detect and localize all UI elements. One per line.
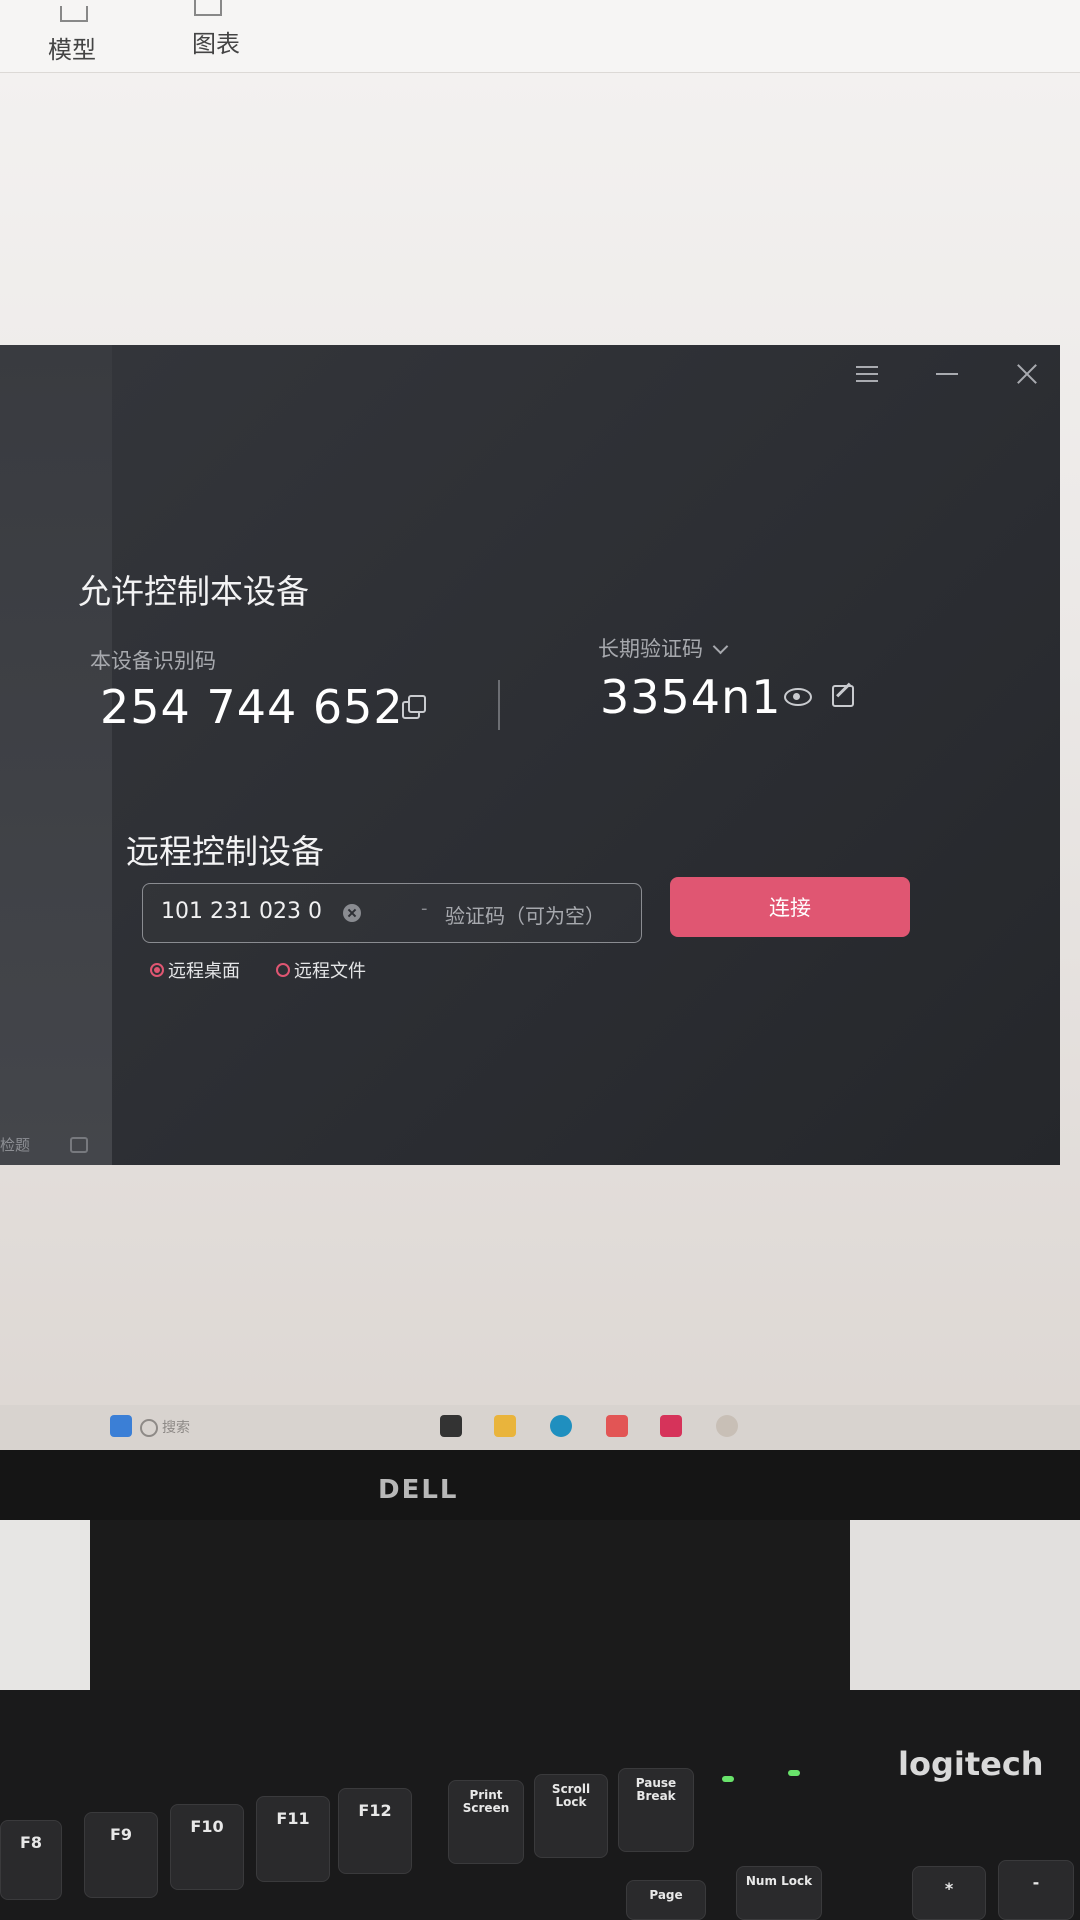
wps-icon[interactable] (606, 1415, 628, 1437)
lock-icon[interactable] (70, 1137, 88, 1153)
eye-icon[interactable] (784, 683, 812, 709)
file-explorer-icon[interactable] (440, 1415, 462, 1437)
connection-mode-group: 远程桌面 远程文件 (150, 957, 366, 983)
password-label-text: 长期验证码 (598, 637, 703, 661)
ribbon-item-model[interactable]: 模型 (48, 30, 96, 65)
radio-remote-file[interactable]: 远程文件 (276, 957, 366, 983)
divider (498, 680, 500, 730)
remote-control-title: 远程控制设备 (126, 832, 324, 871)
radio-remote-desktop[interactable]: 远程桌面 (150, 957, 240, 983)
key-minus[interactable]: - (998, 1860, 1074, 1920)
radio-label: 远程文件 (294, 961, 366, 982)
ribbon-toolbar: 模型 图表 (0, 0, 1080, 73)
key-asterisk[interactable]: * (912, 1866, 986, 1920)
sidebar-text: 检题 (0, 1136, 31, 1154)
edit-icon[interactable] (832, 681, 858, 707)
key-scroll-lock[interactable]: Scroll Lock (534, 1774, 608, 1858)
key-f11[interactable]: F11 (256, 1796, 330, 1882)
key-f8[interactable]: F8 (0, 1820, 62, 1900)
key-page[interactable]: Page (626, 1880, 706, 1920)
monitor-bezel (0, 1450, 1080, 1520)
key-f9[interactable]: F9 (84, 1812, 158, 1898)
radio-label: 远程桌面 (168, 961, 240, 982)
keyboard-brand-logo: logitech (898, 1745, 1044, 1783)
remote-device-input[interactable]: 101 231 023 0 (161, 899, 322, 924)
model-icon (60, 6, 88, 22)
num-lock-led (722, 1776, 734, 1782)
radio-selected-icon (150, 963, 164, 977)
device-id-label: 本设备识别码 (90, 649, 216, 673)
taskbar: 搜索 (0, 1405, 1080, 1450)
folder-icon[interactable] (494, 1415, 516, 1437)
remote-device-field[interactable]: 101 231 023 0 - 验证码（可为空） (142, 883, 642, 943)
key-num-lock[interactable]: Num Lock (736, 1866, 822, 1920)
device-id-value: 254 744 652 (100, 680, 404, 734)
chart-icon (194, 0, 222, 16)
edge-icon[interactable] (550, 1415, 572, 1437)
verification-code-input[interactable]: 验证码（可为空） (445, 900, 605, 929)
minimize-icon[interactable] (934, 361, 960, 387)
ribbon-item-chart[interactable]: 图表 (192, 24, 240, 59)
copy-icon[interactable] (400, 693, 426, 719)
app-icon[interactable] (716, 1415, 738, 1437)
caps-lock-led (788, 1770, 800, 1776)
desk-surface (850, 1520, 1080, 1690)
taskbar-search[interactable]: 搜索 (162, 1417, 190, 1437)
monitor-stand (90, 1520, 850, 1700)
allow-control-title: 允许控制本设备 (78, 572, 309, 611)
remote-app-icon[interactable] (660, 1415, 682, 1437)
key-pause-break[interactable]: Pause Break (618, 1768, 694, 1852)
sidebar-panel: 检题 (0, 345, 112, 1165)
password-label[interactable]: 长期验证码 (598, 633, 729, 663)
monitor-brand-logo: DELL (378, 1475, 459, 1505)
menu-icon[interactable] (854, 361, 880, 387)
close-icon[interactable] (1014, 361, 1040, 387)
remote-control-window: 检题 允许控制本设备 本设备识别码 254 744 652 长期验证码 3354… (0, 345, 1060, 1165)
monitor-screen: 模型 图表 检题 允许控制本设备 本设备识别码 254 744 652 长期验证… (0, 0, 1080, 1450)
connect-button[interactable]: 连接 (670, 877, 910, 937)
key-f12[interactable]: F12 (338, 1788, 412, 1874)
radio-unselected-icon (276, 963, 290, 977)
chevron-down-icon (712, 638, 729, 655)
windows-start-icon[interactable] (110, 1415, 132, 1437)
separator: - (421, 898, 428, 919)
key-print-screen[interactable]: Print Screen (448, 1780, 524, 1864)
password-value: 3354n1 (600, 670, 782, 724)
clear-icon[interactable] (343, 904, 361, 922)
window-controls (854, 361, 1040, 387)
key-f10[interactable]: F10 (170, 1804, 244, 1890)
search-icon[interactable] (140, 1419, 158, 1437)
